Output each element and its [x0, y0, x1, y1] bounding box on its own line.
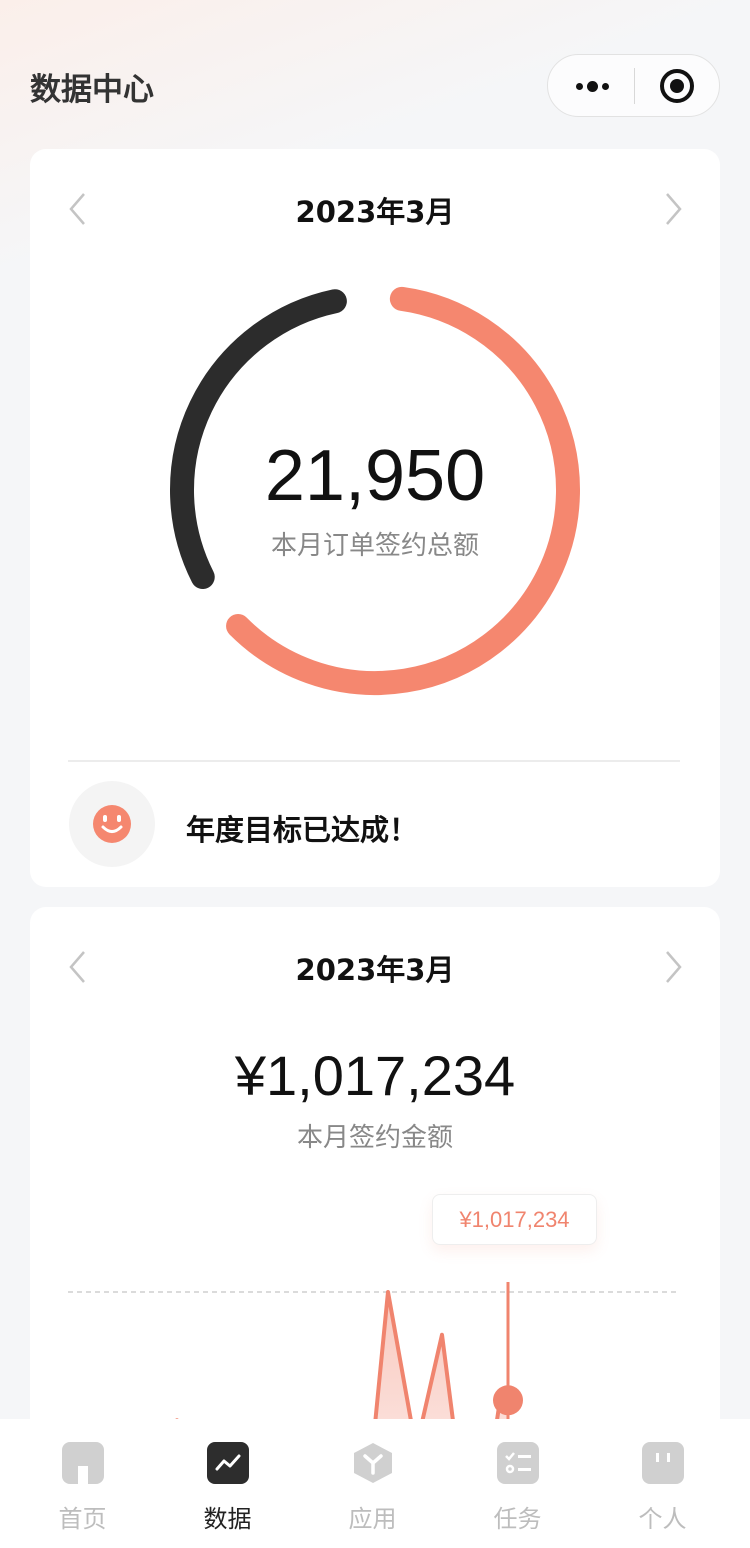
- amount-value: ¥1,017,234: [234, 1044, 516, 1107]
- tab-label: 数据: [203, 1505, 252, 1533]
- tab-bar: 首页 数据 应用 任务 个人: [0, 1419, 750, 1548]
- tab-data[interactable]: 数据: [155, 1419, 300, 1548]
- profile-icon: [642, 1442, 684, 1484]
- target-icon[interactable]: [660, 69, 694, 103]
- task-icon: [497, 1442, 539, 1484]
- tab-label: 任务: [493, 1505, 542, 1533]
- tab-tasks[interactable]: 任务: [445, 1419, 590, 1548]
- goal-achieved-text: 年度目标已达成！: [186, 813, 419, 847]
- mini-program-capsule: [547, 54, 720, 117]
- tab-label: 首页: [58, 1505, 107, 1533]
- page-title: 数据中心: [30, 72, 154, 108]
- apps-icon: [352, 1442, 394, 1484]
- highlight-point[interactable]: [493, 1385, 523, 1416]
- order-summary-card: 2023年3月 21,950 本月订单签约总额 年度目标已达成！: [30, 149, 720, 887]
- divider: [68, 760, 680, 762]
- home-icon: [62, 1442, 104, 1484]
- tab-apps[interactable]: 应用: [300, 1419, 445, 1548]
- tab-label: 应用: [348, 1505, 397, 1533]
- month-label[interactable]: 2023年3月: [30, 947, 720, 989]
- next-month-icon[interactable]: [658, 189, 688, 229]
- tab-home[interactable]: 首页: [10, 1419, 155, 1548]
- chart-tooltip: ¥1,017,234: [432, 1194, 597, 1245]
- amount-label: 本月签约金额: [296, 1123, 453, 1153]
- page: 数据中心 2023年3月 21,950 本月订单签约总额 年度目标已达成！ 20…: [0, 0, 750, 1548]
- tab-label: 个人: [638, 1505, 687, 1533]
- more-dots-icon[interactable]: [572, 69, 612, 103]
- month-label[interactable]: 2023年3月: [30, 189, 720, 231]
- order-total-label: 本月订单签约总额: [270, 531, 479, 561]
- next-month-icon[interactable]: [658, 947, 688, 987]
- tab-profile[interactable]: 个人: [590, 1419, 735, 1548]
- order-total-value: 21,950: [264, 436, 486, 516]
- capsule-divider: [634, 68, 635, 104]
- smile-icon: [69, 781, 155, 867]
- chart-icon: [207, 1442, 249, 1484]
